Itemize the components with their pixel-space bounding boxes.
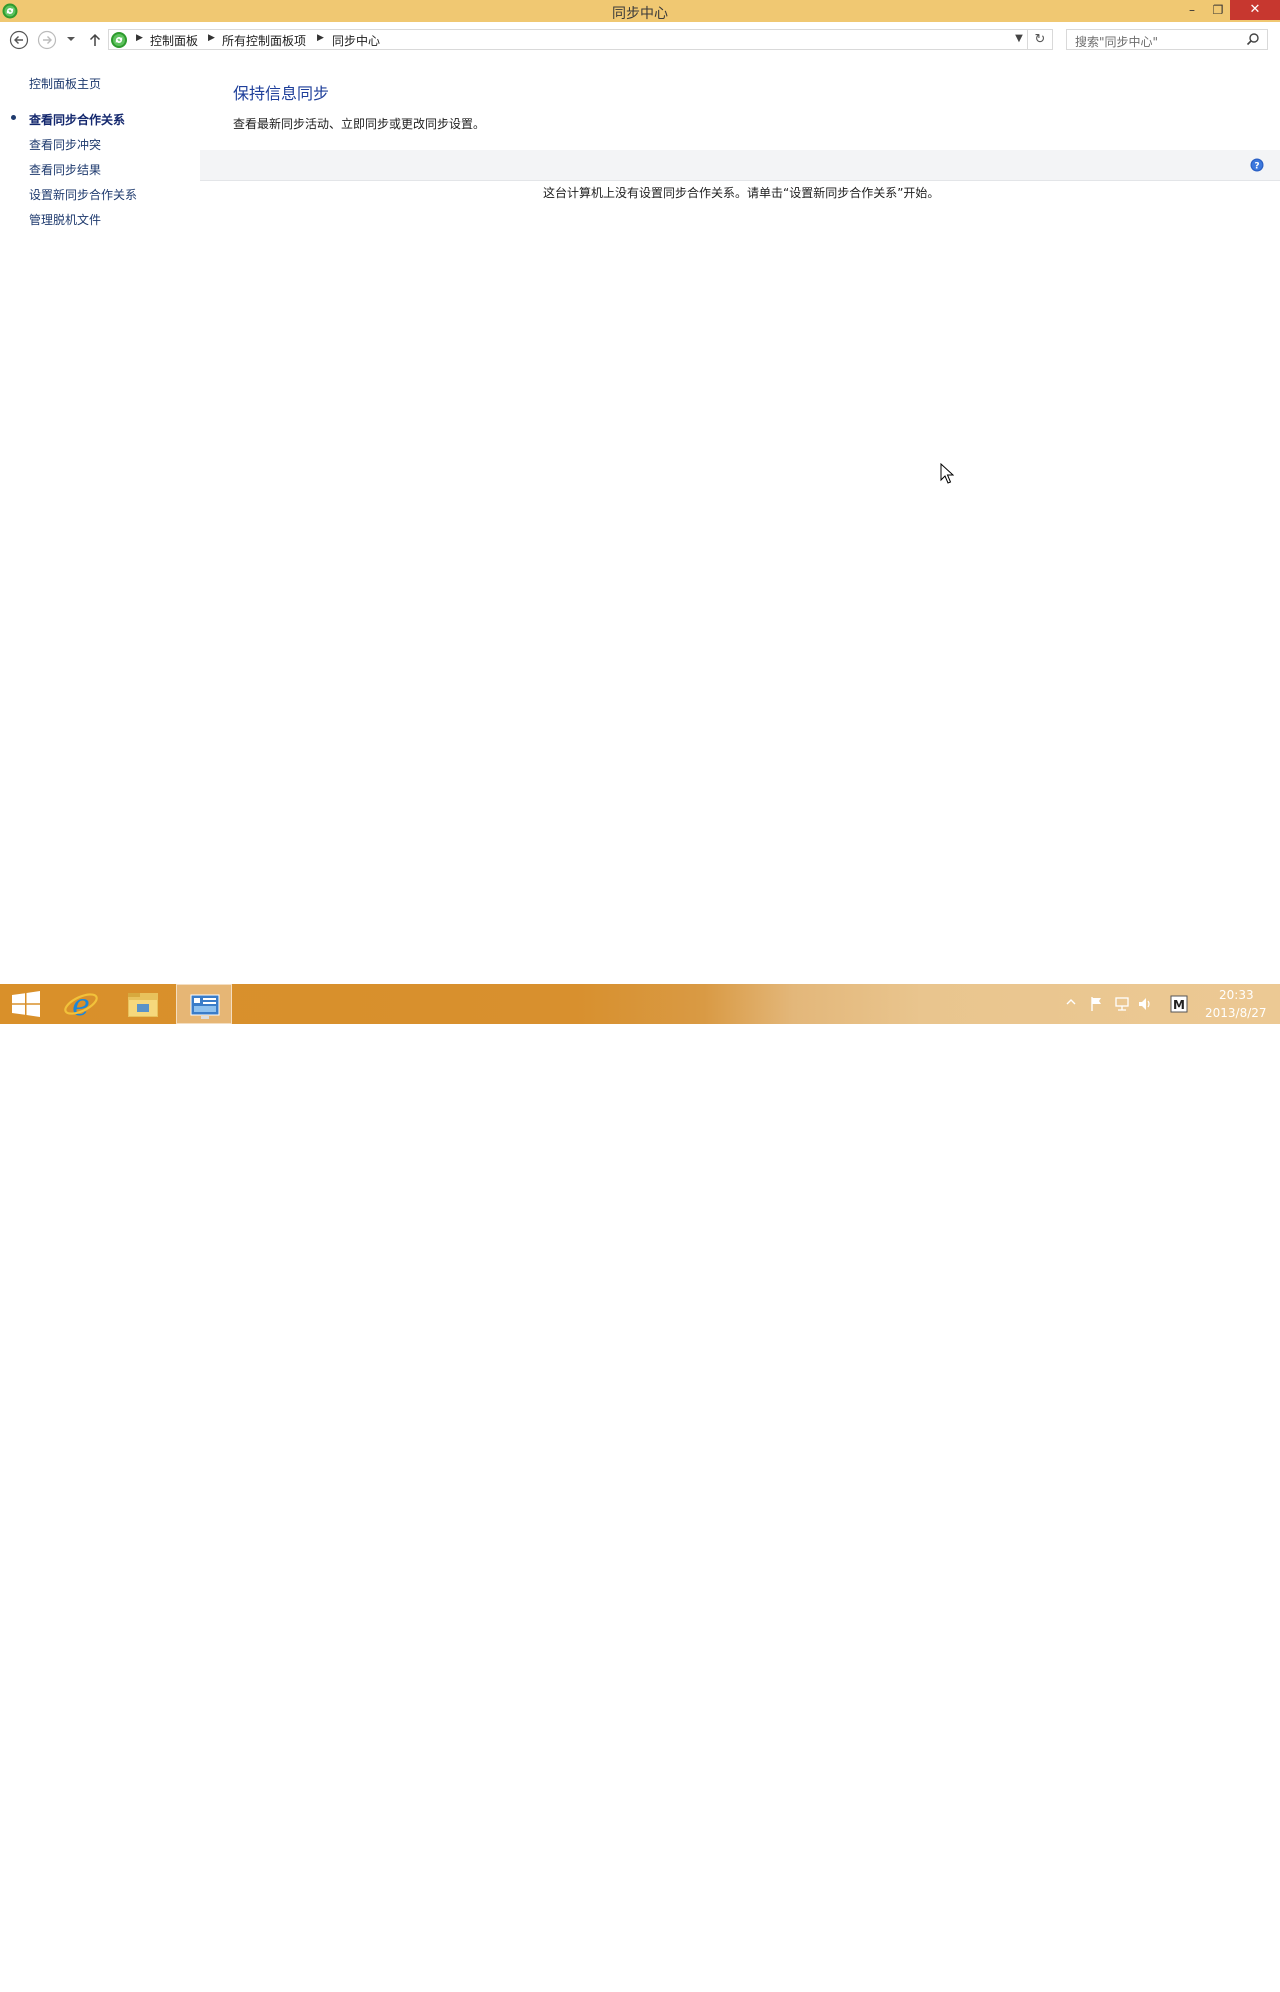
help-icon[interactable]: ? — [1250, 158, 1264, 172]
sidebar-item-control-panel-home[interactable]: 控制面板主页 — [29, 75, 101, 92]
back-button[interactable] — [9, 30, 29, 50]
forward-arrow-icon — [37, 30, 57, 50]
title-bar: 同步中心 – ❐ ✕ — [0, 0, 1280, 22]
toolbar — [200, 150, 1280, 181]
mouse-cursor-icon — [940, 463, 954, 484]
breadcrumb-separator[interactable]: ▶ — [208, 33, 215, 43]
internet-explorer-icon: e — [64, 988, 98, 1023]
windows-logo-icon — [12, 991, 40, 1017]
svg-text:e: e — [72, 988, 90, 1023]
window-title: 同步中心 — [612, 6, 668, 22]
start-button[interactable] — [0, 984, 56, 1024]
empty-state-message: 这台计算机上没有设置同步合作关系。请单击“设置新同步合作关系”开始。 — [543, 186, 940, 200]
input-method-icon[interactable]: M — [1170, 995, 1188, 1013]
folder-icon — [128, 993, 158, 1017]
svg-text:?: ? — [1254, 162, 1259, 172]
clock-time[interactable]: 20:33 — [1219, 988, 1254, 1002]
maximize-button[interactable]: ❐ — [1204, 0, 1232, 20]
search-placeholder: 搜索"同步中心" — [1075, 35, 1159, 49]
volume-icon[interactable] — [1137, 996, 1153, 1012]
breadcrumb-control-panel[interactable]: 控制面板 — [150, 32, 198, 49]
minimize-button[interactable]: – — [1178, 0, 1206, 20]
show-hidden-icons-icon[interactable] — [1066, 997, 1076, 1007]
breadcrumb-sync-center[interactable]: 同步中心 — [332, 32, 380, 49]
sidebar-item-view-partnerships[interactable]: 查看同步合作关系 — [29, 111, 125, 128]
current-item-bullet — [11, 115, 16, 120]
watermark-text: The Collection Book — [1090, 1972, 1259, 1992]
svg-text:M: M — [1173, 998, 1185, 1012]
breadcrumb-all-items[interactable]: 所有控制面板项 — [222, 32, 306, 49]
sidebar-item-new-partnership[interactable]: 设置新同步合作关系 — [29, 186, 137, 203]
taskbar-control-panel[interactable] — [176, 984, 232, 1024]
breadcrumb-separator[interactable]: ▶ — [136, 33, 143, 43]
up-button[interactable] — [86, 31, 104, 49]
taskbar: e The Collection Book M — [0, 984, 1280, 1992]
chevron-down-icon — [67, 37, 75, 41]
control-panel-icon — [190, 994, 220, 1019]
network-icon[interactable] — [1113, 996, 1131, 1012]
clock-date[interactable]: 2013/8/27 — [1205, 1006, 1267, 1020]
page-subtitle: 查看最新同步活动、立即同步或更改同步设置。 — [233, 117, 486, 131]
taskbar-file-explorer[interactable] — [116, 984, 172, 1024]
page-title: 保持信息同步 — [233, 84, 330, 103]
search-icon[interactable] — [1246, 32, 1260, 46]
forward-button[interactable] — [37, 30, 57, 50]
sidebar-item-view-conflicts[interactable]: 查看同步冲突 — [29, 136, 101, 153]
back-arrow-icon — [9, 30, 29, 50]
sidebar-item-view-results[interactable]: 查看同步结果 — [29, 161, 101, 178]
recent-locations-button[interactable] — [64, 32, 78, 46]
address-dropdown-icon[interactable]: ▼ — [1012, 30, 1026, 48]
taskbar-internet-explorer[interactable]: e — [58, 984, 114, 1024]
sidebar-item-manage-offline-files[interactable]: 管理脱机文件 — [29, 211, 101, 228]
up-arrow-icon — [89, 33, 101, 46]
sync-center-icon — [111, 32, 127, 48]
action-center-flag-icon[interactable] — [1090, 996, 1104, 1012]
breadcrumb-separator[interactable]: ▶ — [317, 33, 324, 43]
refresh-icon: ↻ — [1034, 32, 1046, 47]
close-button[interactable]: ✕ — [1230, 0, 1280, 20]
refresh-button[interactable]: ↻ — [1028, 29, 1053, 50]
